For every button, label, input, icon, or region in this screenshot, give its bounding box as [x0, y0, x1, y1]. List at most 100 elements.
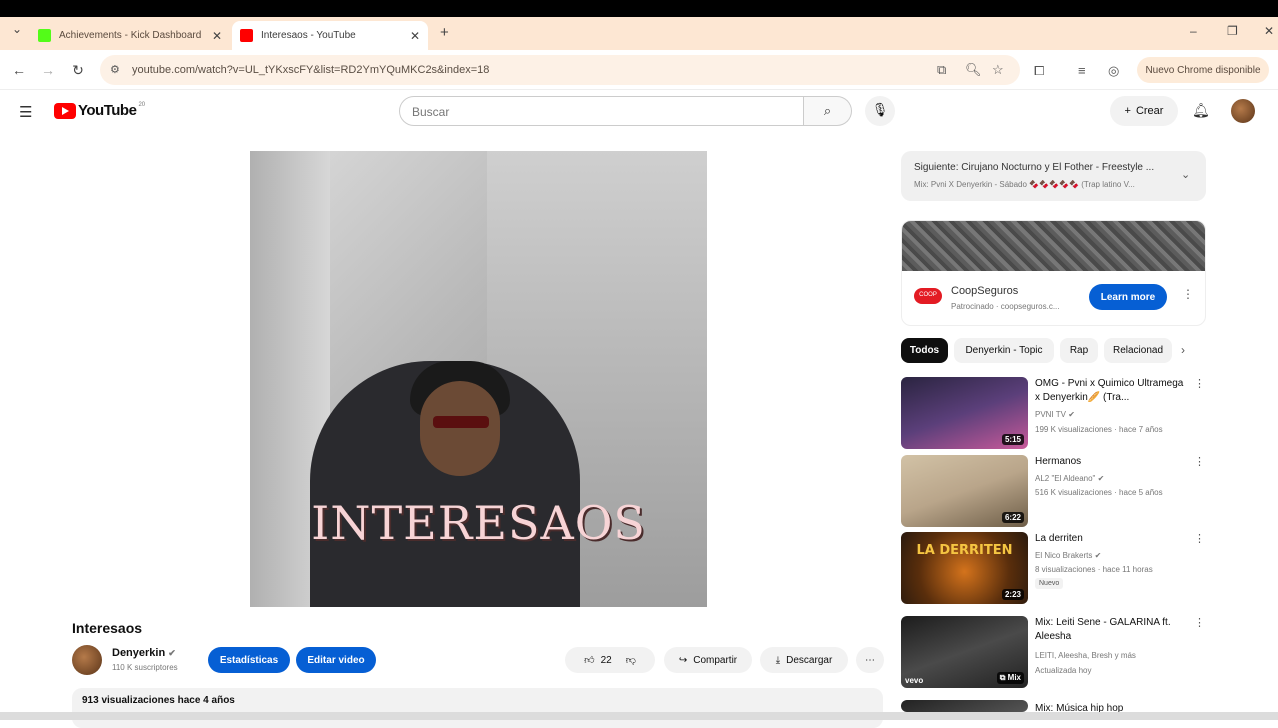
duration-badge: 5:15 — [1001, 434, 1024, 445]
bookmark-star-icon[interactable]: ☆ — [992, 62, 1004, 78]
profile-icon[interactable]: ◎ — [1108, 63, 1119, 79]
more-vert-icon[interactable]: ⋮ — [1194, 532, 1205, 545]
video-thumbnail[interactable]: LA DERRITEN 2:23 — [901, 532, 1028, 604]
ad-banner-image — [902, 221, 1205, 271]
video-thumbnail[interactable] — [901, 700, 1028, 712]
close-tab-icon[interactable]: ✕ — [410, 29, 420, 43]
recommendation-item[interactable]: vevo ⧉ Mix Mix: Leiti Sene - GALARINA ft… — [901, 616, 1205, 688]
new-badge: Nuevo — [1035, 578, 1064, 589]
youtube-play-icon — [54, 102, 76, 119]
more-dots-icon: ⋯ — [865, 654, 875, 666]
video-player[interactable]: INTERESAOS — [250, 151, 707, 607]
mix-label: Mix — [1007, 673, 1021, 682]
video-thumbnail[interactable]: vevo ⧉ Mix — [901, 616, 1028, 688]
description-box[interactable]: 913 visualizaciones hace 4 años — [72, 688, 883, 728]
zoom-icon[interactable]: 🔍︎ — [965, 62, 982, 78]
close-window-icon[interactable]: ✕ — [1264, 24, 1274, 38]
learn-more-label: Learn more — [1100, 291, 1156, 303]
search-placeholder: Buscar — [412, 105, 450, 119]
recommendation-channel[interactable]: PVNI TV ✔ — [1035, 410, 1075, 419]
address-bar[interactable]: ⚙ youtube.com/watch?v=UL_tYKxscFY&list=R… — [100, 55, 1020, 85]
browser-tab-strip: ⌄ Achievements - Kick Dashboard ✕ Intere… — [0, 17, 1278, 50]
install-app-icon[interactable]: ⧉ — [937, 62, 946, 78]
chip-denyerkin-topic[interactable]: Denyerkin - Topic — [954, 338, 1054, 363]
statistics-button[interactable]: Estadísticas — [208, 647, 290, 673]
tab-title: Interesaos - YouTube — [261, 30, 356, 41]
youtube-favicon-icon — [240, 29, 253, 42]
ad-more-icon[interactable]: ⋮ — [1182, 287, 1194, 301]
forward-arrow-icon[interactable]: → — [40, 62, 56, 78]
tab-kick-dashboard[interactable]: Achievements - Kick Dashboard ✕ — [30, 21, 230, 50]
recommendation-item[interactable]: Mix: Música hip hop — [901, 700, 1201, 714]
chip-relacionados[interactable]: Relacionad — [1104, 338, 1172, 363]
recommendation-item[interactable]: 6:22 Hermanos AL2 "El Aldeano" ✔ 516 K v… — [901, 455, 1205, 527]
recommendation-title: La derriten — [1035, 533, 1083, 544]
youtube-logo[interactable]: YouTube 20 — [54, 102, 145, 119]
menu-hamburger-icon[interactable]: ☰ — [19, 103, 32, 121]
extensions-icon[interactable]: ⧠ — [1034, 63, 1044, 79]
minimize-window-icon[interactable]: – — [1190, 24, 1197, 38]
chip-rap[interactable]: Rap — [1060, 338, 1098, 363]
recommendation-meta: 8 visualizaciones · hace 11 horas — [1035, 565, 1153, 574]
tab-youtube[interactable]: Interesaos - YouTube ✕ — [232, 21, 428, 50]
channel-text: PVNI TV — [1035, 410, 1066, 419]
create-button[interactable]: + Crear — [1110, 96, 1178, 126]
tab-search-chevron-icon[interactable]: ⌄ — [12, 22, 22, 36]
voice-search-button[interactable]: 🎙︎ — [865, 96, 895, 126]
ad-advertiser-name: CoopSeguros — [951, 285, 1019, 297]
more-vert-icon[interactable]: ⋮ — [1194, 616, 1205, 629]
maximize-window-icon[interactable]: ❐ — [1227, 24, 1238, 38]
browser-toolbar: ← → ↻ ⚙ youtube.com/watch?v=UL_tYKxscFY&… — [0, 50, 1278, 90]
notifications-bell-icon[interactable]: 🔔︎ — [1192, 102, 1210, 119]
vevo-logo: vevo — [905, 676, 924, 685]
up-next-title: Siguiente: Cirujano Nocturno y El Fother… — [914, 162, 1155, 173]
mix-badge: ⧉ Mix — [996, 672, 1024, 684]
up-next-panel[interactable]: Siguiente: Cirujano Nocturno y El Fother… — [901, 151, 1206, 201]
learn-more-button[interactable]: Learn more — [1089, 284, 1167, 310]
youtube-wordmark: YouTube — [78, 102, 137, 119]
recommendation-meta: Actualizada hoy — [1035, 666, 1092, 675]
back-arrow-icon[interactable]: ← — [11, 62, 27, 78]
account-avatar[interactable] — [1231, 99, 1255, 123]
search-input[interactable]: Buscar — [399, 96, 804, 126]
duration-badge: 2:23 — [1001, 589, 1024, 600]
dislike-thumb-icon[interactable]: 👎︎ — [626, 654, 636, 666]
coopseguros-logo: COOP — [914, 288, 942, 304]
recommendation-channel[interactable]: El Nico Brakerts ✔ — [1035, 551, 1101, 560]
search-button[interactable]: ⌕ — [804, 96, 852, 126]
chips-next-arrow-icon[interactable]: › — [1181, 343, 1185, 357]
recommendation-item[interactable]: LA DERRITEN 2:23 La derriten El Nico Bra… — [901, 532, 1205, 604]
kick-favicon-icon — [38, 29, 51, 42]
more-vert-icon[interactable]: ⋮ — [1194, 455, 1205, 468]
like-thumb-icon[interactable]: 👍︎ — [584, 654, 594, 666]
chevron-down-icon[interactable]: ⌄ — [1181, 168, 1190, 181]
recommendation-item[interactable]: 5:15 OMG - Pvni x Quimico Ultramega x De… — [901, 377, 1205, 449]
recommendation-title: Hermanos — [1035, 456, 1082, 467]
new-chrome-button[interactable]: Nuevo Chrome disponible — [1137, 57, 1269, 83]
more-actions-button[interactable]: ⋯ — [856, 647, 884, 673]
channel-name[interactable]: Denyerkin ✔ — [112, 647, 176, 659]
channel-avatar[interactable] — [72, 645, 102, 675]
recommendation-channel[interactable]: AL2 "El Aldeano" ✔ — [1035, 474, 1104, 483]
site-info-icon[interactable]: ⚙ — [110, 63, 120, 76]
sponsored-ad[interactable]: COOP CoopSeguros Patrocinado · coopsegur… — [901, 220, 1206, 326]
os-taskbar — [0, 712, 1278, 720]
chip-todos[interactable]: Todos — [901, 338, 948, 363]
recommendation-channel[interactable]: LEITI, Aleesha, Bresh y más — [1035, 651, 1136, 660]
share-label: Compartir — [693, 654, 738, 666]
reload-icon[interactable]: ↻ — [70, 62, 86, 79]
more-vert-icon[interactable]: ⋮ — [1194, 377, 1205, 390]
tab-title: Achievements - Kick Dashboard — [59, 30, 202, 41]
ad-sponsored-label: Patrocinado · coopseguros.c... — [951, 302, 1060, 311]
download-button[interactable]: ⤓ Descargar — [760, 647, 848, 673]
new-chrome-label: Nuevo Chrome disponible — [1145, 64, 1261, 76]
new-tab-plus-icon[interactable]: + — [440, 24, 449, 41]
verified-check-icon: ✔ — [1097, 474, 1105, 483]
video-thumbnail[interactable]: 5:15 — [901, 377, 1028, 449]
share-button[interactable]: ↪ Compartir — [664, 647, 752, 673]
edit-video-button[interactable]: Editar video — [296, 647, 376, 673]
media-controls-icon[interactable]: ≡ — [1078, 63, 1086, 78]
video-thumbnail[interactable]: 6:22 — [901, 455, 1028, 527]
plus-icon: + — [1124, 105, 1131, 117]
close-tab-icon[interactable]: ✕ — [212, 29, 222, 43]
